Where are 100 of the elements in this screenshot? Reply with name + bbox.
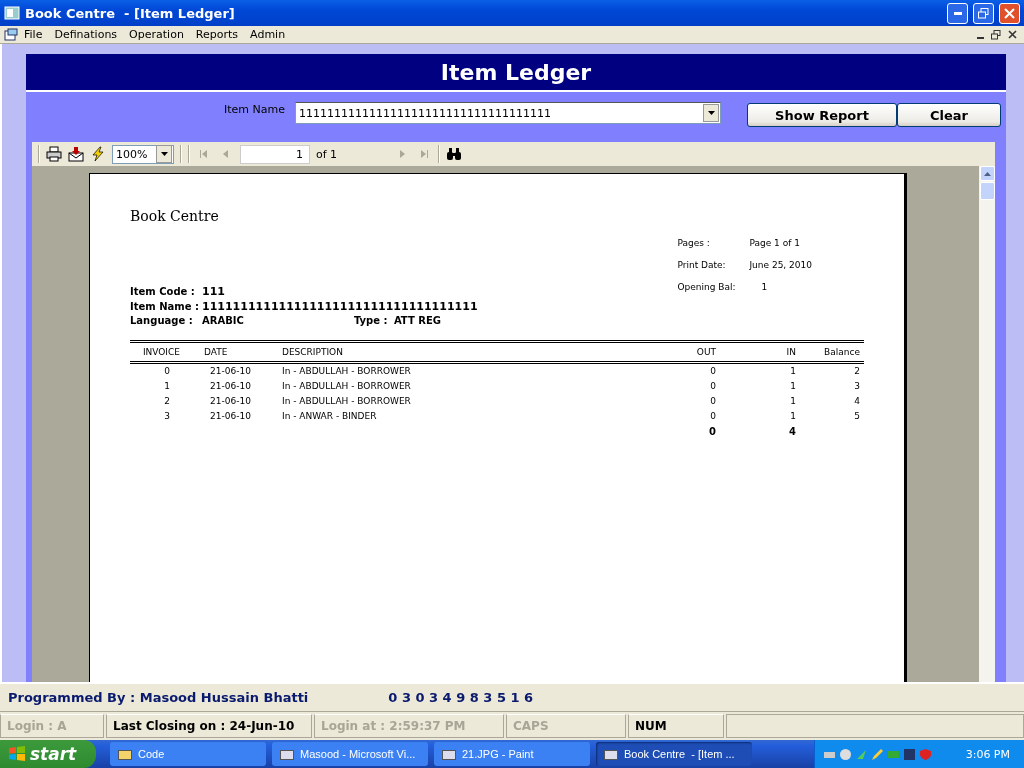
field-label: Language :	[130, 315, 194, 326]
table-cell-text: 3	[163, 410, 171, 423]
total-cell-text: 0	[708, 425, 717, 439]
field-label: Type :	[353, 315, 389, 326]
column-header: Balance	[823, 346, 861, 359]
info-value: June 25, 2010	[749, 260, 812, 270]
app-icon	[4, 6, 20, 20]
table-cell-text: 0	[163, 365, 171, 378]
table-cell-text: 0	[709, 380, 717, 393]
table-cell-text: 2	[853, 365, 861, 378]
total-cell-text: 4	[788, 425, 797, 439]
taskbar-item[interactable]: Book Centre - [Item ...	[596, 742, 752, 766]
status-panel: Login : A	[0, 714, 104, 738]
taskbar-item[interactable]: Code	[110, 742, 266, 766]
scroll-up-button[interactable]	[979, 166, 995, 181]
type-value: ATT REG	[393, 315, 441, 326]
table-cell-text: 1	[789, 410, 797, 423]
close-button[interactable]	[999, 2, 1020, 24]
table-cell-text: 21-06-10	[209, 365, 252, 378]
item-name: 111111111111111111111111111111111111	[202, 300, 478, 313]
form-title: Item Ledger	[440, 59, 592, 85]
table-cell-text: 1	[789, 365, 797, 378]
status-panel: Login at : 2:59:37 PM	[314, 714, 504, 738]
clear-button[interactable]: Clear	[897, 103, 1001, 127]
caret-icon	[160, 152, 168, 156]
table-cell-text: 1	[163, 380, 171, 393]
menu-item[interactable]: Operation	[123, 28, 190, 41]
table-cell-text: 3	[853, 380, 861, 393]
restore-icon	[991, 29, 1001, 40]
zoom-dropdown[interactable]: 100%	[112, 144, 174, 164]
restore-button[interactable]	[988, 27, 1004, 42]
item-code: 111	[202, 285, 225, 298]
menu-item[interactable]: Admin	[244, 28, 292, 41]
table-cell-text: 2	[163, 395, 171, 408]
table-cell-text: In - ABDULLAH - BORROWER	[281, 380, 412, 393]
column-header: DATE	[203, 346, 229, 359]
show-report-button[interactable]: Show Report	[747, 103, 897, 127]
menu-item[interactable]: Definations	[48, 28, 124, 41]
column-header: INVOICE	[141, 346, 180, 359]
item-name-dropdown[interactable]: 111111111111111111111111111111111111	[295, 102, 721, 124]
page-count: of 1	[316, 147, 339, 161]
print-icon[interactable]	[46, 146, 62, 162]
scroll-thumb[interactable]	[979, 182, 995, 200]
field-label: Item Code :	[130, 286, 196, 297]
page-number-field[interactable]: 1	[240, 144, 310, 164]
status-panel: CAPS	[506, 714, 626, 738]
folder-icon	[118, 748, 132, 760]
table-cell-text: 1	[789, 395, 797, 408]
monitor-icon[interactable]	[903, 747, 916, 761]
restore-icon	[978, 7, 989, 19]
menu-item[interactable]: Reports	[189, 28, 245, 41]
windows-flag-icon	[8, 746, 26, 762]
info-value: 1	[760, 282, 769, 292]
minimize-icon	[953, 11, 962, 15]
phone-number: 0 3 0 3 4 9 8 3 5 1 6	[388, 690, 534, 705]
table-cell-text: In - ANWAR - BINDER	[281, 410, 378, 423]
info-label: Pages :	[677, 238, 711, 248]
start-button[interactable]: start	[0, 740, 96, 768]
info-label: Opening Bal:	[677, 282, 737, 292]
language-value: ARABIC	[202, 315, 244, 326]
field-label: Item Name	[224, 103, 285, 116]
window-icon	[442, 748, 456, 760]
taskbar-item[interactable]: Masood - Microsoft Vi...	[272, 742, 428, 766]
table-cell-text: 0	[709, 410, 717, 423]
status-panel: NUM	[628, 714, 724, 738]
table-cell-text: 21-06-10	[209, 395, 252, 408]
report-company: Book Centre	[130, 208, 220, 224]
search-icon[interactable]	[446, 146, 462, 162]
field-label: Item Name :	[130, 301, 200, 312]
table-cell-text: 4	[853, 395, 861, 408]
close-icon	[1004, 7, 1015, 19]
menu-item[interactable]: File	[18, 28, 49, 41]
document-icon[interactable]	[4, 28, 18, 41]
envelope-icon[interactable]	[68, 146, 84, 162]
table-cell-text: In - ABDULLAH - BORROWER	[281, 395, 412, 408]
table-cell-text: 21-06-10	[209, 380, 252, 393]
restore-button[interactable]	[973, 2, 994, 24]
column-header: OUT	[695, 346, 717, 359]
table-cell-text: 0	[709, 365, 717, 378]
programmer-credit: Programmed By : Masood Hussain Bhatti	[8, 690, 309, 705]
table-cell-text: 5	[853, 410, 861, 423]
status-panel: Last Closing on : 24-Jun-10	[106, 714, 312, 738]
column-header: DESCRIPTION	[281, 346, 344, 359]
window-icon	[604, 748, 618, 760]
window-icon	[280, 748, 294, 760]
close-icon	[1007, 30, 1017, 39]
minimize-button[interactable]	[947, 2, 968, 24]
window-title: Book Centre - [Item Ledger]	[25, 5, 236, 21]
info-value: Page 1 of 1	[749, 238, 801, 248]
table-cell-text: In - ABDULLAH - BORROWER	[281, 365, 412, 378]
info-label: Print Date:	[677, 260, 727, 270]
lightning-icon[interactable]	[90, 146, 106, 162]
table-cell-text: 0	[709, 395, 717, 408]
taskbar-item[interactable]: 21.JPG - Paint	[434, 742, 590, 766]
clock: 3:06 PM	[965, 747, 1010, 761]
table-cell-text: 1	[789, 380, 797, 393]
circle-icon[interactable]	[839, 747, 852, 761]
minimize-icon	[976, 36, 984, 39]
table-cell-text: 21-06-10	[209, 410, 252, 423]
column-header: IN	[785, 346, 797, 359]
